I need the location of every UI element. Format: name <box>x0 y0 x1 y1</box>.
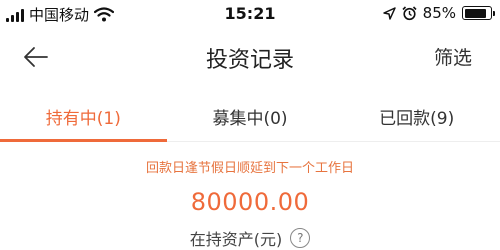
battery-icon <box>462 6 495 20</box>
tab-label: 持有中(1) <box>45 109 121 129</box>
help-icon[interactable]: ? <box>290 228 311 248</box>
status-bar: 中国移动 15:21 85% <box>0 0 500 32</box>
tab-repaid[interactable]: 已回款(9) <box>333 94 500 141</box>
tab-bar: 持有中(1) 募集中(0) 已回款(9) <box>0 94 500 142</box>
arrow-left-icon <box>24 47 48 67</box>
battery-percent: 85% <box>422 4 456 22</box>
page-title: 投资记录 <box>205 48 294 73</box>
nav-bar: 投资记录 筛选 <box>0 32 500 82</box>
status-right: 85% <box>382 4 495 22</box>
back-button[interactable] <box>18 40 54 74</box>
asset-label-row: 在持资产(元) ? <box>0 226 500 250</box>
investment-records-screen: 中国移动 15:21 85% 投资记录 筛选 持有中(1) 募集中(0) 已回款… <box>0 0 500 250</box>
active-tab-indicator <box>0 139 167 142</box>
filter-button[interactable]: 筛选 <box>434 43 472 70</box>
asset-label: 在持资产(元) <box>189 230 283 249</box>
tab-holding[interactable]: 持有中(1) <box>0 94 167 142</box>
holding-amount: 80000.00 <box>190 188 310 216</box>
tab-label: 已回款(9) <box>379 109 455 129</box>
alarm-icon <box>402 5 417 20</box>
repayment-notice: 回款日逢节假日顺延到下一个工作日 <box>145 161 354 176</box>
tab-label: 募集中(0) <box>212 109 288 129</box>
battery-fill <box>464 8 486 18</box>
tab-raising[interactable]: 募集中(0) <box>167 94 334 141</box>
location-icon <box>382 6 396 20</box>
